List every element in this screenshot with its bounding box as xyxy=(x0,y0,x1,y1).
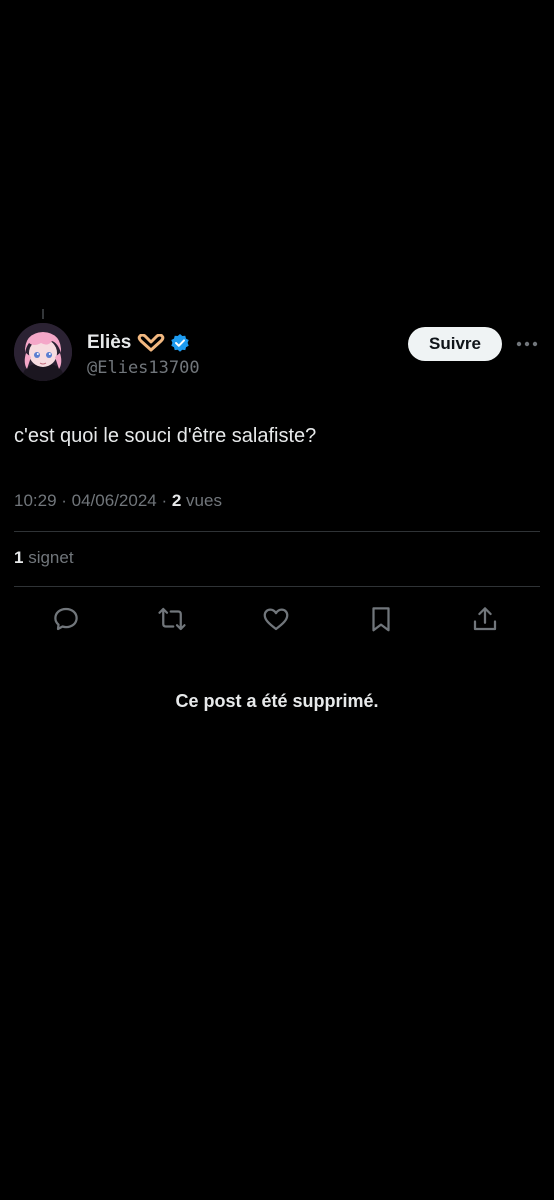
tweet-text: c'est quoi le souci d'être salafiste? xyxy=(14,425,317,447)
timestamp[interactable]: 10:29 · 04/06/2024 · xyxy=(14,491,172,510)
divider xyxy=(14,531,540,532)
author-name[interactable]: Eliès xyxy=(87,332,131,354)
divider xyxy=(14,586,540,587)
verified-badge-icon xyxy=(170,333,190,353)
author-handle[interactable]: @Elies13700 xyxy=(87,358,554,378)
share-icon[interactable] xyxy=(468,602,502,636)
bookmarks-label: signet xyxy=(23,548,74,567)
avatar[interactable] xyxy=(14,323,72,381)
thread-line xyxy=(42,309,44,319)
avatar-image xyxy=(14,323,72,381)
heart-hands-emoji-icon xyxy=(137,334,165,352)
reply-icon[interactable] xyxy=(49,602,83,636)
more-options-icon[interactable] xyxy=(515,334,539,354)
views-count: 2 xyxy=(171,491,182,510)
deleted-post-notice: Ce post a été supprimé. xyxy=(175,691,379,711)
like-icon[interactable] xyxy=(259,602,293,636)
follow-button[interactable]: Suivre xyxy=(408,327,502,361)
views-label: vues xyxy=(181,491,222,510)
bookmarks-stat[interactable]: 1 signet xyxy=(14,548,74,568)
repost-icon[interactable] xyxy=(155,602,189,636)
tweet-meta: 10:29 · 04/06/2024 · 2 vues xyxy=(14,491,222,511)
action-bar xyxy=(0,602,554,636)
bookmark-icon[interactable] xyxy=(364,602,398,636)
